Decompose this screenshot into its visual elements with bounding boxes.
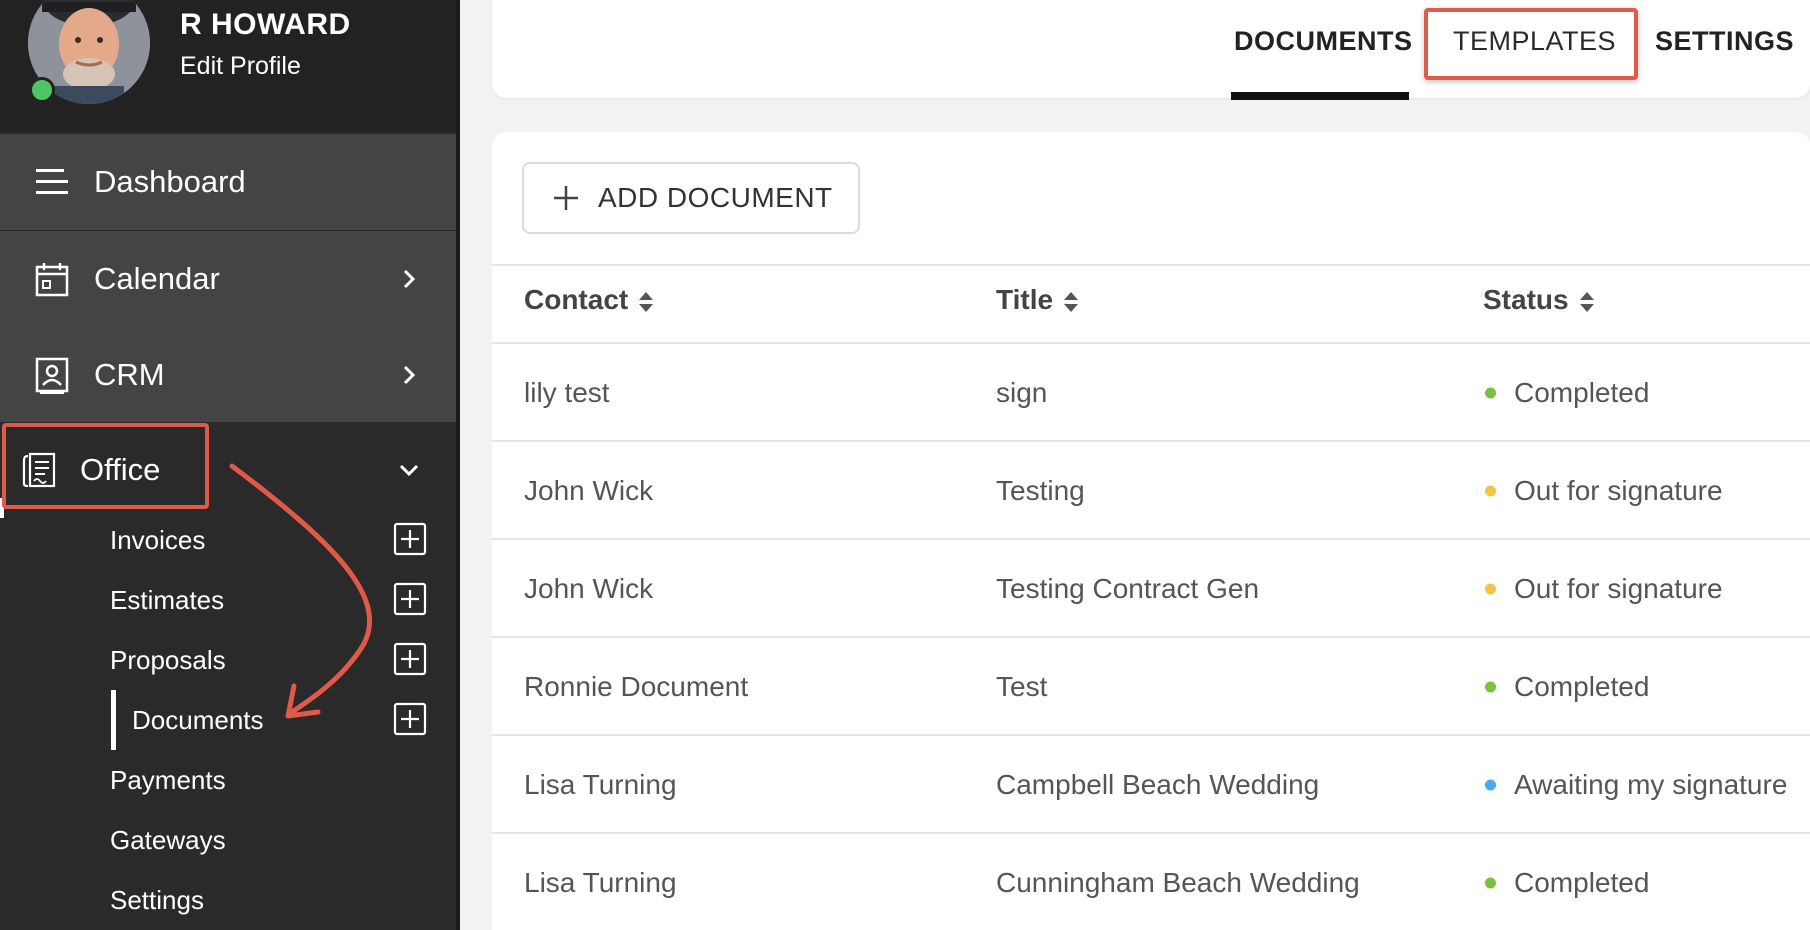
chevron-right-icon (403, 269, 416, 289)
sort-icon (639, 291, 654, 312)
tab-templates[interactable]: TEMPLATES (1453, 26, 1616, 57)
submenu-invoices[interactable]: Invoices (110, 520, 205, 560)
submenu-payments[interactable]: Payments (110, 760, 226, 800)
nav-calendar-label: Calendar (94, 261, 220, 296)
chevron-right-icon (403, 365, 416, 385)
cell-status: Completed (1514, 377, 1650, 408)
status-dot (1485, 779, 1496, 791)
cell-contact: lily test (524, 377, 610, 408)
status-dot (1485, 877, 1496, 889)
nav-crm-label: CRM (94, 357, 165, 392)
office-active-indicator (0, 498, 4, 518)
table-row[interactable]: Lisa Turning Cunningham Beach Wedding Co… (492, 834, 1810, 930)
documents-panel: ADD DOCUMENT Contact Title Status lily t… (492, 132, 1810, 930)
active-tab-underline (1231, 92, 1409, 100)
cell-status: Out for signature (1514, 475, 1723, 506)
cell-title: Testing (996, 475, 1085, 506)
profile-name: R HOWARD (180, 8, 351, 41)
cell-status: Awaiting my signature (1514, 769, 1788, 800)
contact-card-icon (35, 357, 69, 394)
cell-title: Campbell Beach Wedding (996, 769, 1320, 800)
cell-contact: Lisa Turning (524, 867, 677, 898)
cell-contact: Lisa Turning (524, 769, 677, 800)
nav-office[interactable]: Office (0, 422, 456, 518)
cell-status: Completed (1514, 671, 1650, 702)
menu-lines-icon (36, 169, 68, 194)
column-header-title-label: Title (996, 284, 1054, 315)
sort-icon (1579, 291, 1594, 312)
documents-active-indicator (111, 690, 116, 750)
nav-office-label: Office (80, 452, 161, 487)
online-status-dot (29, 77, 55, 103)
sidebar: R HOWARD Edit Profile Dashboard Calendar (0, 0, 460, 930)
status-dot (1485, 485, 1496, 497)
cell-status: Out for signature (1514, 573, 1723, 604)
add-invoice-icon[interactable] (393, 522, 427, 556)
cell-title: sign (996, 377, 1048, 408)
cell-contact: John Wick (524, 573, 654, 604)
nav-crm[interactable]: CRM (0, 327, 456, 423)
cell-title: Cunningham Beach Wedding (996, 867, 1360, 898)
table-row[interactable]: John Wick Testing Out for signature (492, 442, 1810, 540)
table-row[interactable]: Ronnie Document Test Completed (492, 638, 1810, 736)
add-estimate-icon[interactable] (393, 582, 427, 616)
add-document-icon[interactable] (393, 702, 427, 736)
add-proposal-icon[interactable] (393, 642, 427, 676)
column-header-contact-label: Contact (524, 284, 629, 315)
tab-settings[interactable]: SETTINGS (1655, 26, 1794, 57)
status-dot (1485, 387, 1496, 399)
submenu-proposals[interactable]: Proposals (110, 640, 226, 680)
column-header-status-label: Status (1483, 284, 1569, 315)
nav-dashboard[interactable]: Dashboard (0, 134, 456, 230)
column-header-contact[interactable]: Contact (524, 284, 654, 316)
profile-section: R HOWARD Edit Profile (0, 0, 456, 132)
sort-icon (1064, 291, 1079, 312)
status-dot (1485, 681, 1496, 693)
table-divider (492, 264, 1810, 266)
submenu-gateways[interactable]: Gateways (110, 820, 226, 860)
cell-status: Completed (1514, 867, 1650, 898)
column-header-title[interactable]: Title (996, 284, 1079, 316)
table-row[interactable]: John Wick Testing Contract Gen Out for s… (492, 540, 1810, 638)
plus-icon (554, 186, 578, 210)
tab-documents[interactable]: DOCUMENTS (1234, 26, 1413, 57)
nav-dashboard-label: Dashboard (94, 164, 246, 199)
submenu-estimates[interactable]: Estimates (110, 580, 224, 620)
edit-profile-link[interactable]: Edit Profile (180, 52, 301, 81)
cell-title: Testing Contract Gen (996, 573, 1260, 604)
nav-calendar[interactable]: Calendar (0, 231, 456, 327)
add-document-button[interactable]: ADD DOCUMENT (522, 162, 860, 234)
cell-contact: Ronnie Document (524, 671, 749, 702)
table-row[interactable]: lily test sign Completed (492, 344, 1810, 442)
table-row[interactable]: Lisa Turning Campbell Beach Wedding Awai… (492, 736, 1810, 834)
status-dot (1485, 583, 1496, 595)
calendar-icon (35, 263, 69, 297)
submenu-settings[interactable]: Settings (110, 880, 204, 920)
sidebar-edge (456, 0, 460, 930)
add-document-label: ADD DOCUMENT (598, 182, 833, 213)
office-document-icon (22, 452, 56, 488)
chevron-down-icon (399, 464, 419, 477)
cell-contact: John Wick (524, 475, 654, 506)
tabs-header: DOCUMENTS TEMPLATES SETTINGS (492, 0, 1810, 98)
column-header-status[interactable]: Status (1483, 284, 1595, 316)
submenu-documents[interactable]: Documents (132, 700, 264, 740)
cell-title: Test (996, 671, 1048, 702)
